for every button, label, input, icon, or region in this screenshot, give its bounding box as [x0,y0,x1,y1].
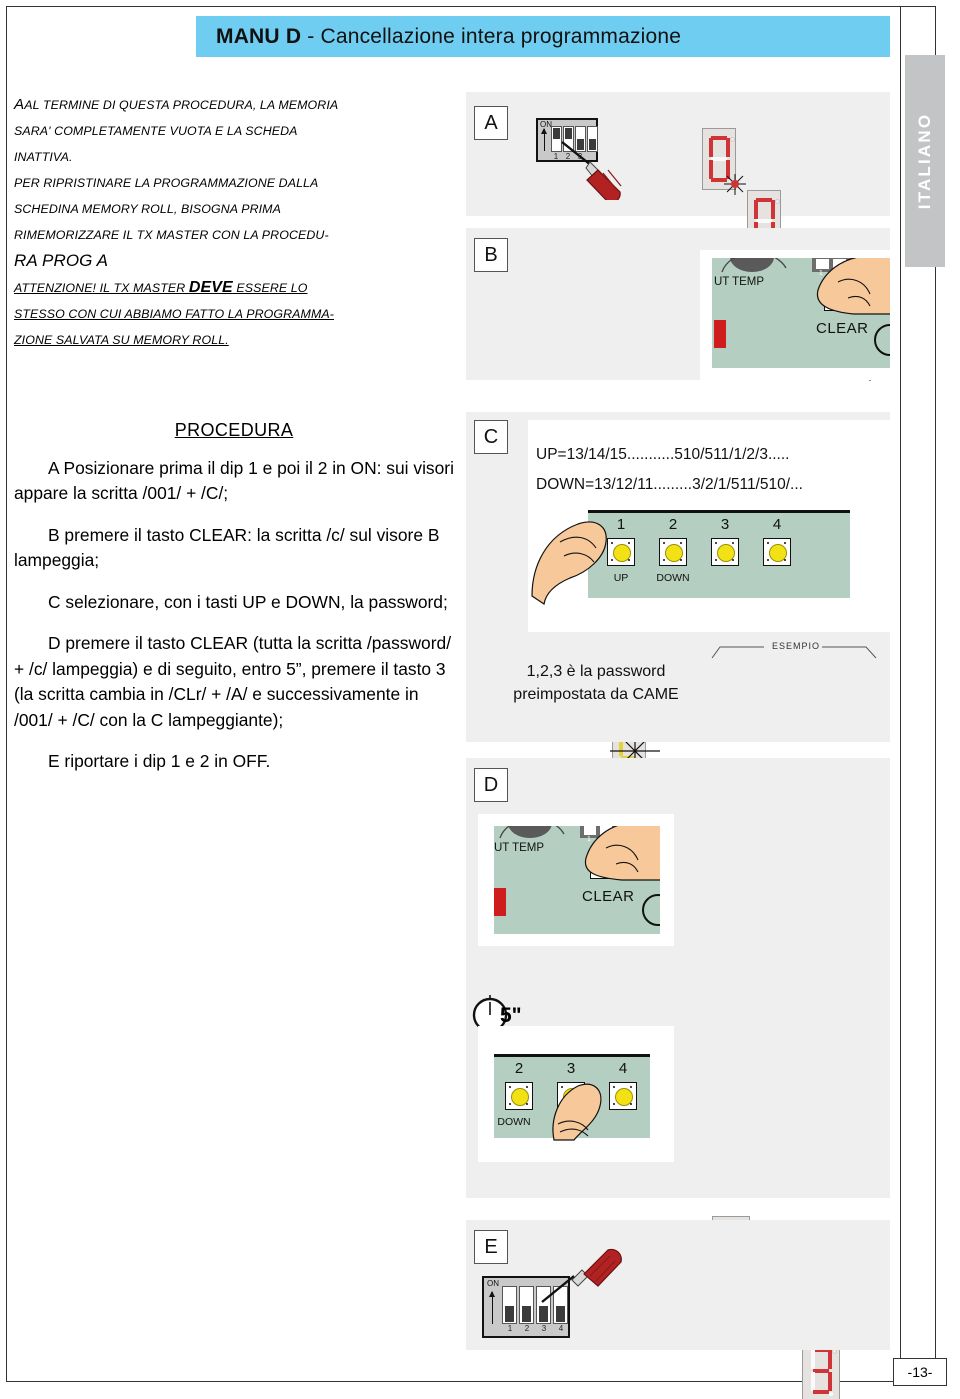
intro-text-block: AAL TERMINE DI QUESTA PROCEDURA, LA MEMO… [14,92,454,353]
board-temp-label-d: UT TEMP [494,842,545,854]
key-number-2-c: 2 [668,516,678,533]
section-header-banner: MANU D - Cancellazione intera programmaz… [196,16,890,57]
dip-num-1-e: 1 [507,1324,513,1333]
dip-num-2-e: 2 [524,1324,530,1333]
dip-num-3-e: 3 [541,1324,547,1333]
screwdriver-icon-a [561,141,622,200]
intro-line-3: INATTIVA. [14,150,73,164]
board-arc-b [721,258,787,273]
key-button-4-c[interactable] [763,538,791,566]
password-note-line2: preimpostata da CAME [513,686,679,703]
intro-line-6: RIMEMORIZZARE IL TX MASTER CON LA PROCED… [14,228,329,242]
finger-icon-c [531,521,607,606]
keypad-c: 1 2 3 4 UP DOWN [588,510,850,598]
intro-line-5: SCHEDINA MEMORY ROLL, BISOGNA PRIMA [14,202,281,216]
dip-slot-1-e [502,1286,517,1324]
display-a-1 [702,128,746,195]
key-button-2-down-c[interactable] [659,538,687,566]
finger-icon-d2 [552,1083,602,1141]
procedure-step-a: A Posizionare prima il dip 1 e poi il 2 … [14,457,454,504]
intro-line-10: ZIONE SALVATA SU MEMORY ROLL. [14,333,229,347]
down-sequence-text: DOWN=13/12/11.........3/2/1/511/510/... [536,476,803,493]
key-number-3-c: 3 [720,516,730,533]
board-arc-d [499,826,565,839]
up-sequence-text: UP=13/14/15...........510/511/1/2/3..... [536,446,790,463]
intro-line-2: SARA' COMPLETAMENTE VUOTA E LA SCHEDA [14,124,298,138]
procedure-step-d: D premere il tasto CLEAR (tutta la scrit… [14,633,452,730]
panel-tag-b: B [474,238,508,272]
header-code: MANU D [216,24,302,48]
keypad-topline-c [588,510,850,513]
header-separator: - [301,24,321,48]
illustration-panel-a [466,92,890,216]
language-tab-label: ITALIANO [915,112,934,210]
intro-line-1: AAL TERMINE DI QUESTA PROCEDURA, LA MEMO… [14,96,339,113]
key-number-4-d: 4 [618,1060,628,1077]
control-board-d: UT TEMP 1 2 3 4 CLEAR [494,826,660,934]
timer-label-d: 5" [500,1004,522,1027]
led-indicator-d [494,888,506,916]
procedure-block: PROCEDURA A Posizionare prima il dip 1 e… [14,418,454,791]
dip-on-label-e: ON [487,1279,499,1288]
panel-tag-d: D [474,768,508,802]
key-sub-down-c: DOWN [656,572,690,584]
dip-slot-2-e [519,1286,534,1324]
dip-num-4-e: 4 [558,1324,564,1333]
intro-line-9: STESSO CON CUI ABBIAMO FATTO LA PROGRAMM… [14,307,334,321]
procedure-title: PROCEDURA [174,420,294,440]
key-button-2-down-d[interactable] [505,1082,533,1110]
led-indicator-b [714,320,726,348]
panel-tag-e: E [474,1230,508,1264]
intro-line-4: PER RIPRISTINARE LA PROGRAMMAZIONE DALLA [14,176,319,190]
page-number: -13- [893,1358,947,1386]
finger-icon-d [584,826,660,881]
header-subtitle: Cancellazione intera programmazione [320,24,682,48]
procedure-step-b: B premere il tasto CLEAR: la scritta /c/… [14,524,440,571]
screwdriver-icon-e [541,1248,622,1303]
panel-tag-a: A [474,106,508,140]
key-number-4-c: 4 [772,516,782,533]
keypad-d: 2 3 4 DOWN [494,1054,650,1141]
panel-tag-c: C [474,420,508,454]
key-number-3-d: 3 [566,1060,576,1077]
intro-line-8: ATTENZIONE! IL TX MASTER DEVE ESSERE LO [14,279,308,296]
password-note-c: 1,2,3 è la password preimpostata da CAME [486,660,706,706]
procedure-step-c: C selezionare, con i tasti UP e DOWN, la… [48,591,448,612]
intro-line-7: RA PROG A [14,251,109,270]
header-title: MANU D - Cancellazione intera programmaz… [196,25,681,49]
dip-knob-1-a [553,128,560,139]
page-right-rule [900,6,901,1382]
board-temp-label-b: UT TEMP [714,276,765,288]
procedure-step-e: E riportare i dip 1 e 2 in OFF. [48,751,271,771]
finger-icon-b [816,258,890,315]
key-button-4-d[interactable] [609,1082,637,1110]
language-side-tab: ITALIANO [905,55,945,267]
dip-arrow-a [541,128,547,151]
key-button-3-c[interactable] [711,538,739,566]
key-number-2-d: 2 [514,1060,524,1077]
control-board-b: UT TEMP 1 2 3 4 CLEAR [712,258,890,368]
esempio-bracket-c [711,646,877,659]
dip-arrow-e [489,1291,495,1324]
password-note-line1: 1,2,3 è la password [526,663,666,680]
manual-page: MANU D - Cancellazione intera programmaz… [0,0,960,1399]
dip-knob-2-a [565,128,572,139]
key-sub-down-d: DOWN [497,1116,531,1128]
